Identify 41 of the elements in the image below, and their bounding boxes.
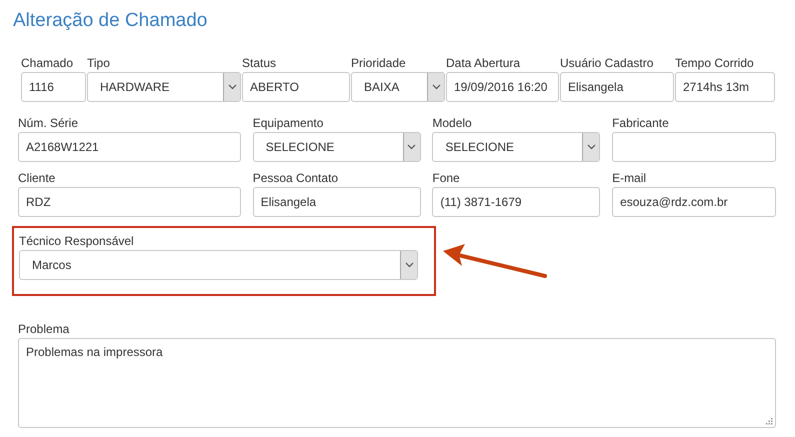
field-label: Status [242,56,278,72]
chevron-down-icon[interactable] [586,144,596,150]
field-label: Usuário Cadastro [560,56,654,72]
input-field[interactable]: Elisangela [560,72,674,102]
input-field[interactable] [612,132,776,162]
field-label: Pessoa Contato [252,171,340,187]
input-field[interactable]: A2168W1221 [18,132,241,162]
field-label: Chamado [21,56,74,72]
field-label: Tempo Corrido [675,56,755,72]
field-label: Problema [18,322,70,338]
text-area[interactable]: Problemas na impressora [18,338,776,428]
input-field[interactable]: RDZ [18,187,241,217]
chevron-down-icon[interactable] [228,84,236,90]
select-field[interactable]: Marcos [19,250,418,280]
resize-grip-icon[interactable] [766,418,773,425]
input-field[interactable]: 19/09/2016 16:20 [446,72,559,102]
field-label: Técnico Responsável [19,234,135,250]
field-label: Cliente [18,171,56,187]
select-field[interactable]: HARDWARE [87,72,241,102]
input-field[interactable]: 2714hs 13m [675,72,775,102]
field-label: Núm. Série [18,116,80,132]
field-label: Equipamento [252,116,324,132]
field-label: Tipo [87,56,111,72]
chevron-down-icon[interactable] [407,144,416,150]
field-label: Fabricante [612,116,670,132]
field-label: E-mail [612,171,648,187]
select-field[interactable]: SELECIONE [252,132,421,162]
input-field[interactable]: esouza@rdz.com.br [612,187,776,217]
field-label: Fone [432,171,461,187]
select-field[interactable]: SELECIONE [432,132,600,162]
input-field[interactable]: Elisangela [252,187,421,217]
input-field[interactable]: ABERTO [242,72,350,102]
input-field[interactable]: (11) 3871-1679 [432,187,600,217]
field-label: Modelo [432,116,473,132]
select-field[interactable]: BAIXA [351,72,445,102]
chevron-down-icon[interactable] [404,262,414,268]
chevron-down-icon[interactable] [432,84,440,90]
input-field[interactable]: 1116 [21,72,86,102]
field-label: Prioridade [351,56,407,72]
page-title: Alteração de Chamado [13,10,208,32]
field-label: Data Abertura [446,56,522,72]
